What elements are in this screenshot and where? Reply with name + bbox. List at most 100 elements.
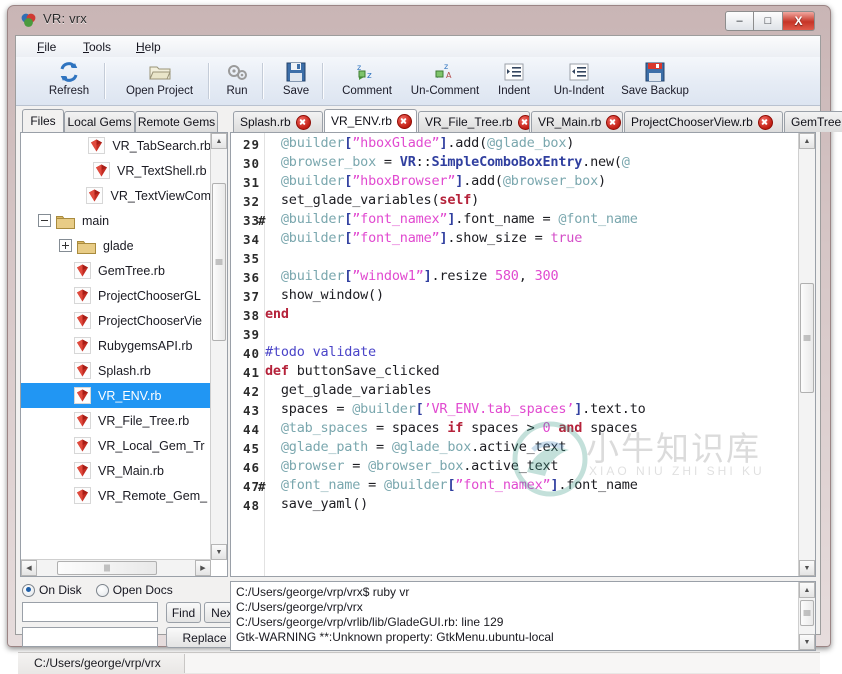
code-token: @glade_box — [392, 439, 471, 455]
file-panel-tab-local-gems[interactable]: Local Gems — [64, 111, 135, 132]
file-tree-item[interactable]: VR_Remote_Gem_ — [21, 483, 211, 508]
console-vscrollbar[interactable]: ▲ ▼ — [798, 582, 815, 650]
minimize-icon: – — [726, 12, 753, 30]
console-output[interactable]: C:/Users/george/vrp/vrx$ ruby vrC:/Users… — [230, 581, 816, 651]
code-token: = spaces — [368, 420, 447, 436]
toolbar-button-label: Refresh — [49, 85, 89, 97]
minimize-button[interactable]: – — [725, 11, 754, 31]
toolbar-save-backup-button[interactable]: Save Backup — [612, 59, 698, 103]
search-scope-options: On Disk Open Docs — [22, 583, 181, 597]
file-tree-item-selected[interactable]: VR_ENV.rb — [21, 383, 211, 408]
toolbar-run-button[interactable]: Run — [216, 59, 258, 103]
editor-tab-label: GemTree.rb — [791, 115, 842, 129]
editor-vscrollbar[interactable]: ▲ ▼ — [798, 133, 815, 576]
code-token: ] — [424, 268, 432, 284]
file-tree-item-label: ProjectChooserGL — [98, 289, 201, 303]
search-scope-open-docs[interactable]: Open Docs — [96, 583, 173, 597]
line-number: 32 — [231, 192, 260, 211]
title-bar[interactable]: VR: vrx – □ X — [8, 6, 830, 35]
file-tree-item[interactable]: VR_File_Tree.rb — [21, 408, 211, 433]
code-token: @builder — [384, 477, 447, 493]
menu-item-file[interactable]: File — [32, 39, 61, 55]
editor-tab-gemtree-rb[interactable]: GemTree.rb — [784, 111, 842, 132]
toolbar-un-comment-button[interactable]: zAUn-Comment — [401, 59, 489, 103]
file-tree-item[interactable]: ProjectChooserVie — [21, 308, 211, 333]
toolbar-refresh-button[interactable]: Refresh — [38, 59, 100, 103]
find-input[interactable] — [22, 602, 158, 622]
file-tree-scroll-up-arrow[interactable]: ▲ — [211, 133, 227, 149]
radio-button-icon[interactable] — [96, 584, 109, 597]
find-button[interactable]: Find — [166, 602, 201, 623]
close-tab-icon[interactable] — [758, 115, 773, 130]
editor-tab-projectchooserview-rb[interactable]: ProjectChooserView.rb — [624, 111, 783, 132]
ruby-file-icon — [74, 337, 91, 354]
search-scope-on-disk[interactable]: On Disk — [22, 583, 82, 597]
toolbar-button-label: Run — [226, 85, 247, 97]
scroll-thumb-grip — [804, 336, 811, 341]
toolbar-separator — [208, 63, 210, 99]
file-tree-scroll-left-arrow[interactable]: ◀ — [21, 560, 37, 576]
file-tree-item[interactable]: VR_TextViewCom — [21, 183, 211, 208]
close-button[interactable]: X — [783, 11, 815, 31]
console-vscroll-thumb[interactable] — [800, 600, 814, 626]
file-tree-scroll-down-arrow[interactable]: ▼ — [211, 544, 227, 560]
editor-scroll-up-arrow[interactable]: ▲ — [799, 133, 815, 149]
editor-scroll-down-arrow[interactable]: ▼ — [799, 560, 815, 576]
file-tree-item[interactable]: main — [21, 208, 211, 233]
console-line: Gtk-WARNING **:Unknown property: GtkMenu… — [236, 630, 554, 644]
editor-tab-vr-env-rb[interactable]: VR_ENV.rb — [324, 109, 417, 132]
menu-item-help[interactable]: Help — [131, 39, 166, 55]
toolbar-save-button[interactable]: Save — [272, 59, 320, 103]
console-scroll-down-arrow[interactable]: ▼ — [799, 634, 815, 650]
toolbar-indent-button[interactable]: Indent — [486, 59, 542, 103]
file-tree-item[interactable]: GemTree.rb — [21, 258, 211, 283]
code-text-area[interactable]: @builder[”hboxGlade”].add(@glade_box) @b… — [265, 133, 798, 576]
editor-tab-vr-file-tree-rb[interactable]: VR_File_Tree.rb — [418, 111, 530, 132]
file-panel-tab-files[interactable]: Files — [22, 109, 64, 132]
code-token: spaces = — [265, 401, 352, 417]
file-tree-hscroll-thumb[interactable] — [57, 561, 157, 575]
file-tree-vscroll-thumb[interactable] — [212, 183, 226, 341]
file-tree[interactable]: VR_TabSearch.rbVR_TextShell.rb VR_TextVie… — [20, 132, 228, 577]
editor-tab-splash-rb[interactable]: Splash.rb — [233, 111, 323, 132]
file-tree-item-label: VR_TextViewCom — [110, 189, 211, 203]
toolbar-separator — [322, 63, 324, 99]
toolbar-comment-button[interactable]: zzComment — [331, 59, 403, 103]
file-tree-hscrollbar[interactable]: ◀ ▶ — [21, 559, 211, 576]
file-tree-item[interactable]: glade — [21, 233, 211, 258]
code-editor[interactable]: 2930313233#3435363738394041424344454647#… — [230, 132, 816, 577]
file-tree-item[interactable]: VR_TextShell.rb — [21, 158, 211, 183]
ruby-file-icon — [74, 462, 91, 479]
console-scroll-up-arrow[interactable]: ▲ — [799, 582, 815, 598]
file-tree-item[interactable]: VR_Main.rb — [21, 458, 211, 483]
close-tab-icon[interactable] — [606, 115, 621, 130]
close-tab-icon[interactable] — [518, 115, 530, 130]
collapse-node-icon[interactable] — [38, 214, 51, 227]
code-token: buttonSave_clicked — [289, 363, 440, 379]
file-tree-item-label: glade — [103, 239, 134, 253]
close-tab-icon[interactable] — [397, 114, 412, 129]
window-client-area: File Tools Help Refresh Open Project Run Save… — [15, 35, 821, 635]
toolbar-open-project-button[interactable]: Open Project — [111, 59, 208, 103]
code-token: ”font_namex” — [352, 211, 447, 227]
expand-node-icon[interactable] — [59, 239, 72, 252]
file-tree-item[interactable]: RubygemsAPI.rb — [21, 333, 211, 358]
maximize-button[interactable]: □ — [754, 11, 783, 31]
file-tree-item[interactable]: VR_TabSearch.rb — [21, 133, 211, 158]
editor-vscroll-thumb[interactable] — [800, 283, 814, 393]
code-token: save_yaml() — [265, 496, 368, 512]
file-tree-vscrollbar[interactable]: ▲ ▼ — [210, 133, 227, 560]
file-tree-item[interactable]: ProjectChooserGL — [21, 283, 211, 308]
close-tab-icon[interactable] — [296, 115, 311, 130]
toolbar-button-label: Comment — [342, 85, 392, 97]
menu-item-tools[interactable]: Tools — [78, 39, 116, 55]
toolbar-un-indent-button[interactable]: Un-Indent — [541, 59, 617, 103]
editor-tab-vr-main-rb[interactable]: VR_Main.rb — [531, 111, 623, 132]
file-tree-item[interactable]: VR_Local_Gem_Tr — [21, 433, 211, 458]
file-panel-tab-remote-gems[interactable]: Remote Gems — [135, 111, 218, 132]
replace-input[interactable] — [22, 627, 158, 647]
editor-tabstrip: Splash.rbVR_ENV.rbVR_File_Tree.rbVR_Main… — [230, 109, 816, 132]
file-tree-item[interactable]: Splash.rb — [21, 358, 211, 383]
file-tree-scroll-right-arrow[interactable]: ▶ — [195, 560, 211, 576]
radio-button-icon[interactable] — [22, 584, 35, 597]
